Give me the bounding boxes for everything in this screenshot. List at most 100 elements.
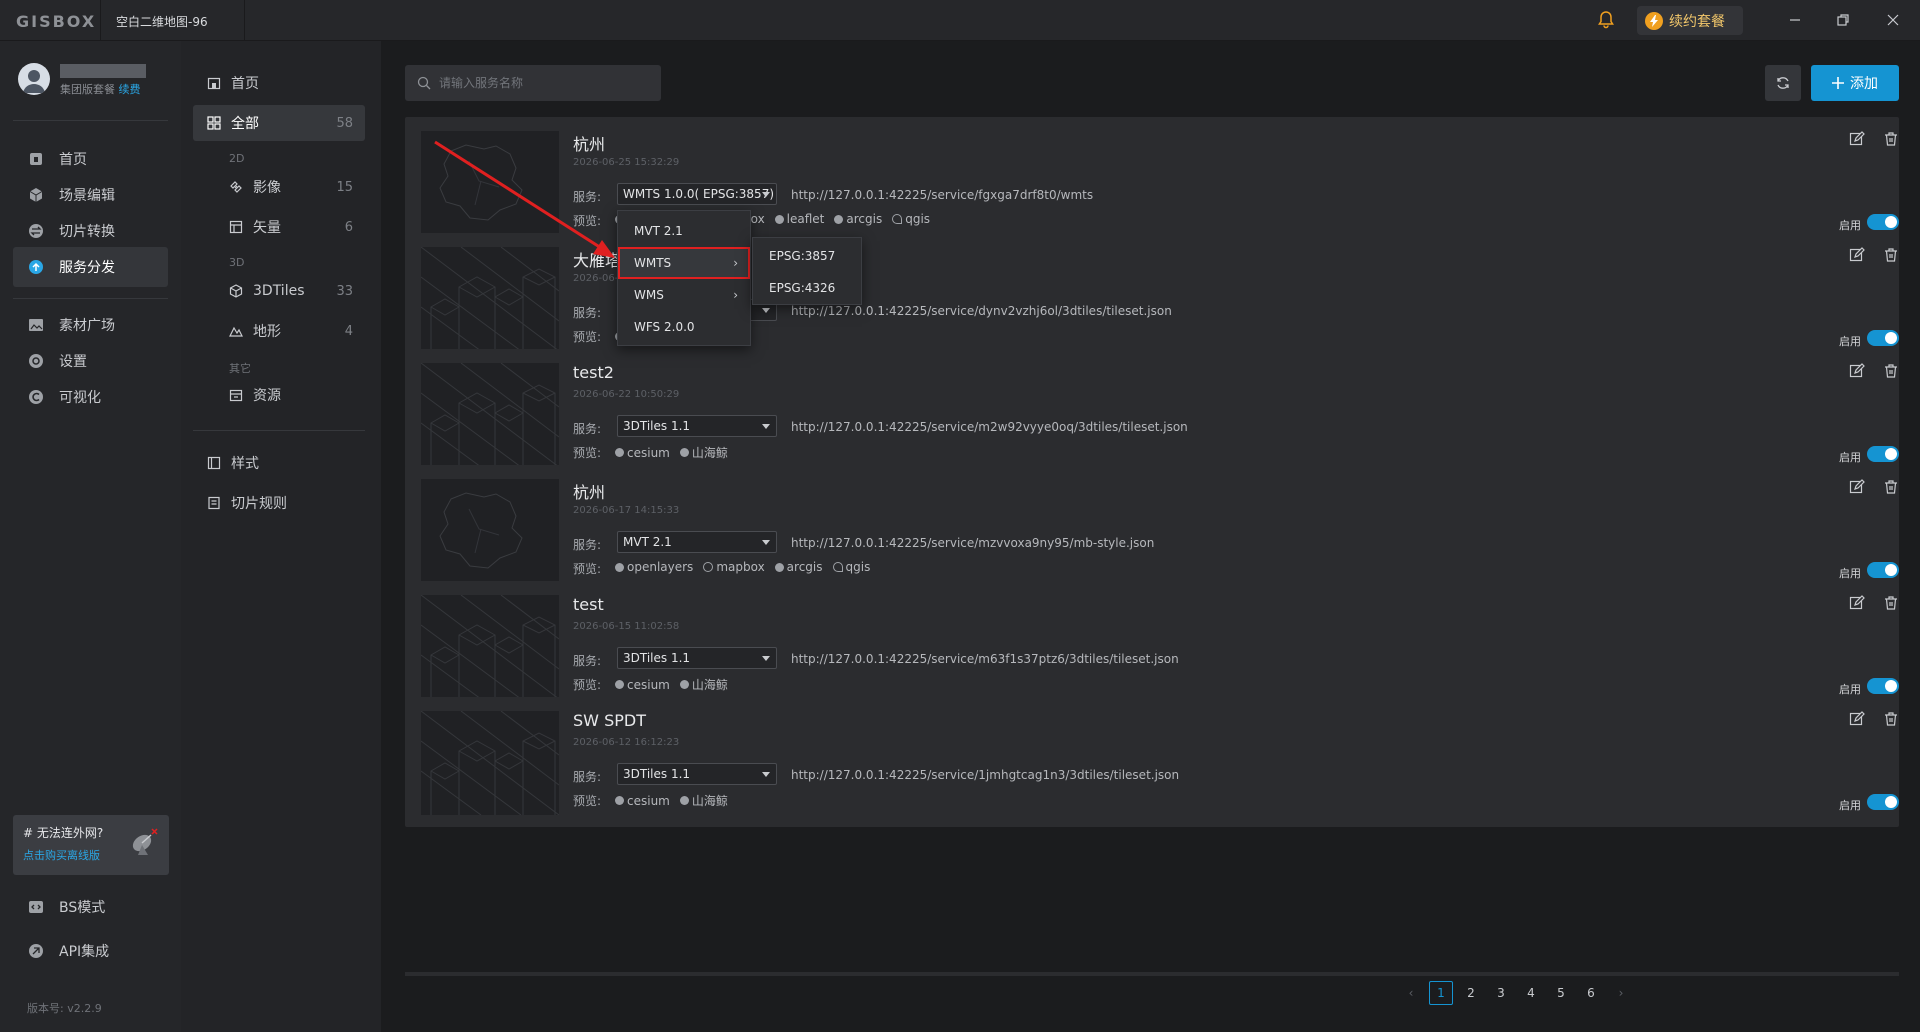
edit-icon[interactable]: [1849, 247, 1865, 263]
service-label: 服务:: [573, 770, 602, 784]
preview-link[interactable]: qgis: [832, 560, 871, 574]
user-name-redacted: [60, 64, 146, 78]
sidebar-item-label: API集成: [59, 944, 110, 960]
trash-icon[interactable]: [1883, 247, 1899, 263]
add-service-button[interactable]: 添加: [1811, 65, 1899, 101]
preview-link[interactable]: leaflet: [774, 212, 824, 226]
main-sidebar: 集团版套餐 续费 首页 场景编辑 切片转换 服务分发 素材广场 设置 可视化 #…: [0, 41, 181, 1032]
preview-link[interactable]: mapbox: [703, 560, 765, 574]
page-button[interactable]: 4: [1519, 981, 1543, 1005]
preview-link[interactable]: qgis: [892, 212, 930, 226]
offline-promo-card[interactable]: # 无法连外网? 点击购买离线版: [13, 815, 169, 875]
trash-icon[interactable]: [1883, 363, 1899, 379]
category-home[interactable]: 首页: [193, 65, 365, 101]
trash-icon[interactable]: [1883, 711, 1899, 727]
category-resource[interactable]: 资源: [193, 377, 365, 413]
service-type-select[interactable]: WMTS 1.0.0( EPSG:3857): [617, 183, 777, 205]
service-url[interactable]: http://127.0.0.1:42225/service/m63f1s37p…: [791, 652, 1179, 666]
service-url[interactable]: http://127.0.0.1:42225/service/mzvvoxa9n…: [791, 536, 1154, 550]
edit-icon[interactable]: [1849, 479, 1865, 495]
page-button[interactable]: 6: [1579, 981, 1603, 1005]
sidebar-item-bs-mode[interactable]: BS模式: [13, 887, 168, 927]
renew-link[interactable]: 续费: [119, 83, 141, 96]
category-3dtiles[interactable]: 3DTiles 33: [193, 273, 365, 309]
page-button[interactable]: 2: [1459, 981, 1483, 1005]
category-style[interactable]: 样式: [193, 445, 365, 481]
next-page-icon[interactable]: ›: [1609, 981, 1633, 1005]
service-url[interactable]: http://127.0.0.1:42225/service/1jmhgtcag…: [791, 768, 1179, 782]
preview-link[interactable]: cesium: [615, 444, 670, 461]
service-type-select[interactable]: 3DTiles 1.1: [617, 647, 777, 669]
preview-link[interactable]: cesium: [615, 676, 670, 693]
preview-link[interactable]: 山海鲸: [679, 792, 728, 809]
satellite-icon: [229, 180, 243, 194]
user-info[interactable]: 集团版套餐 续费: [18, 63, 146, 97]
api-icon: [27, 942, 45, 960]
trash-icon[interactable]: [1883, 131, 1899, 147]
preview-label: 山海鲸: [691, 446, 728, 460]
sidebar-item-label: 首页: [59, 152, 87, 168]
preview-link[interactable]: arcgis: [774, 560, 823, 574]
preview-link[interactable]: arcgis: [834, 212, 882, 226]
option-label: EPSG:4326: [769, 281, 836, 295]
bell-icon[interactable]: [1596, 10, 1616, 30]
category-imagery[interactable]: 影像 15: [193, 169, 365, 205]
sidebar-item-api[interactable]: API集成: [13, 931, 168, 971]
service-date: 2026-06-17 14:15:33: [573, 505, 680, 516]
edit-icon[interactable]: [1849, 711, 1865, 727]
group-label-other: 其它: [229, 362, 251, 375]
preview-list: cesium 山海鲸: [615, 792, 728, 809]
sidebar-item-visualize[interactable]: 可视化: [13, 377, 168, 417]
page-button[interactable]: 5: [1549, 981, 1573, 1005]
enable-toggle[interactable]: [1867, 794, 1899, 810]
category-all[interactable]: 全部 58: [193, 105, 365, 141]
submenu-option-epsg-3857[interactable]: EPSG:3857: [753, 240, 861, 272]
renew-plan-button[interactable]: 续约套餐: [1637, 6, 1743, 35]
service-type-select[interactable]: 3DTiles 1.1: [617, 763, 777, 785]
submenu-option-epsg-4326[interactable]: EPSG:4326: [753, 272, 861, 304]
service-url[interactable]: http://127.0.0.1:42225/service/m2w92vyye…: [791, 420, 1188, 434]
trash-icon[interactable]: [1883, 595, 1899, 611]
enable-toggle[interactable]: [1867, 446, 1899, 462]
folder-icon: [229, 388, 243, 402]
sidebar-item-service-publish[interactable]: 服务分发: [13, 247, 168, 287]
sidebar-item-material[interactable]: 素材广场: [13, 305, 168, 345]
enable-toggle[interactable]: [1867, 214, 1899, 230]
trash-icon[interactable]: [1883, 479, 1899, 495]
category-terrain[interactable]: 地形 4: [193, 313, 365, 349]
service-type-select[interactable]: MVT 2.1: [617, 531, 777, 553]
sidebar-item-home[interactable]: 首页: [13, 139, 168, 179]
preview-label: qgis: [845, 560, 871, 574]
preview-label: cesium: [627, 445, 670, 460]
enable-toggle[interactable]: [1867, 678, 1899, 694]
category-panel: 首页 全部 58 2D 影像 15 矢量 6 3D 3DTiles 33 地形 …: [181, 41, 381, 1032]
mountain-icon: [229, 324, 243, 338]
prev-page-icon[interactable]: ‹: [1399, 981, 1423, 1005]
enable-toggle[interactable]: [1867, 562, 1899, 578]
dropdown-option-wfs[interactable]: WFS 2.0.0: [618, 311, 750, 343]
sidebar-item-tile-convert[interactable]: 切片转换: [13, 211, 168, 251]
category-tile-rule[interactable]: 切片规则: [193, 485, 365, 521]
restore-icon[interactable]: [1833, 10, 1853, 30]
enable-label: 启用: [1839, 567, 1861, 580]
close-icon[interactable]: [1883, 10, 1903, 30]
edit-icon[interactable]: [1849, 131, 1865, 147]
page-button[interactable]: 3: [1489, 981, 1513, 1005]
refresh-button[interactable]: [1765, 65, 1801, 101]
service-url[interactable]: http://127.0.0.1:42225/service/dynv2vzhj…: [791, 304, 1172, 318]
preview-link[interactable]: openlayers: [615, 560, 693, 574]
user-plan: 集团版套餐 续费: [60, 81, 146, 97]
category-vector[interactable]: 矢量 6: [193, 209, 365, 245]
service-type-select[interactable]: 3DTiles 1.1: [617, 415, 777, 437]
sidebar-item-settings[interactable]: 设置: [13, 341, 168, 381]
preview-link[interactable]: 山海鲸: [679, 676, 728, 693]
edit-icon[interactable]: [1849, 363, 1865, 379]
edit-icon[interactable]: [1849, 595, 1865, 611]
page-button[interactable]: 1: [1429, 981, 1453, 1005]
sidebar-item-scene-edit[interactable]: 场景编辑: [13, 175, 168, 215]
preview-link[interactable]: cesium: [615, 792, 670, 809]
enable-toggle[interactable]: [1867, 330, 1899, 346]
service-url[interactable]: http://127.0.0.1:42225/service/fgxga7drf…: [791, 188, 1093, 202]
minimize-icon[interactable]: [1785, 10, 1805, 30]
preview-link[interactable]: 山海鲸: [679, 444, 728, 461]
